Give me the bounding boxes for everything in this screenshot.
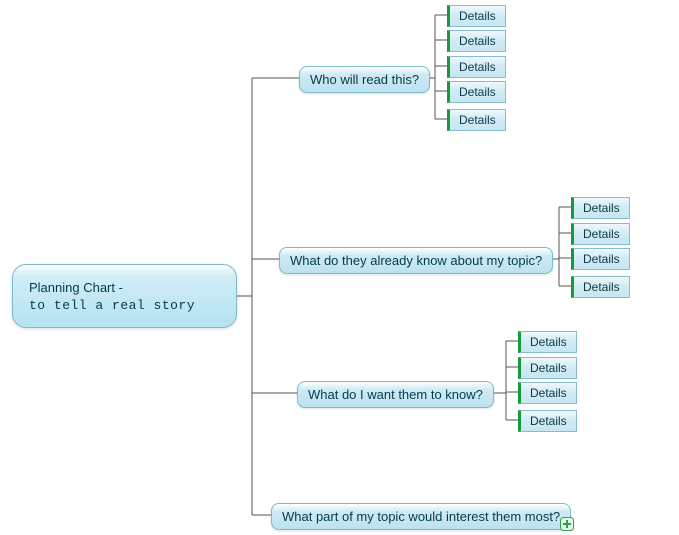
leaf-details[interactable]: Details <box>571 197 630 219</box>
leaf-details[interactable]: Details <box>447 56 506 78</box>
root-node[interactable]: Planning Chart - to tell a real story <box>12 264 237 328</box>
leaf-label: Details <box>530 335 567 349</box>
leaf-label: Details <box>530 386 567 400</box>
expand-icon[interactable] <box>560 517 574 531</box>
leaf-label: Details <box>583 280 620 294</box>
branch-label: What do they already know about my topic… <box>290 253 542 268</box>
root-subtitle: to tell a real story <box>29 297 220 315</box>
branch-who-will-read[interactable]: Who will read this? <box>299 66 430 93</box>
leaf-label: Details <box>583 227 620 241</box>
leaf-details[interactable]: Details <box>518 382 577 404</box>
leaf-label: Details <box>530 361 567 375</box>
branch-label: Who will read this? <box>310 72 419 87</box>
leaf-details[interactable]: Details <box>518 357 577 379</box>
leaf-details[interactable]: Details <box>447 30 506 52</box>
leaf-details[interactable]: Details <box>447 5 506 27</box>
branch-interest-most[interactable]: What part of my topic would interest the… <box>271 503 571 530</box>
branch-label: What do I want them to know? <box>308 387 483 402</box>
root-title: Planning Chart - <box>29 279 220 297</box>
leaf-label: Details <box>583 201 620 215</box>
leaf-label: Details <box>459 9 496 23</box>
leaf-label: Details <box>459 34 496 48</box>
leaf-label: Details <box>583 252 620 266</box>
leaf-details[interactable]: Details <box>571 248 630 270</box>
leaf-details[interactable]: Details <box>518 331 577 353</box>
leaf-details[interactable]: Details <box>571 223 630 245</box>
leaf-details[interactable]: Details <box>447 81 506 103</box>
branch-want-them-know[interactable]: What do I want them to know? <box>297 381 494 408</box>
branch-label: What part of my topic would interest the… <box>282 509 560 524</box>
leaf-details[interactable]: Details <box>447 109 506 131</box>
leaf-label: Details <box>459 85 496 99</box>
branch-already-know[interactable]: What do they already know about my topic… <box>279 247 553 274</box>
leaf-label: Details <box>459 113 496 127</box>
leaf-details[interactable]: Details <box>571 276 630 298</box>
leaf-details[interactable]: Details <box>518 410 577 432</box>
leaf-label: Details <box>530 414 567 428</box>
leaf-label: Details <box>459 60 496 74</box>
